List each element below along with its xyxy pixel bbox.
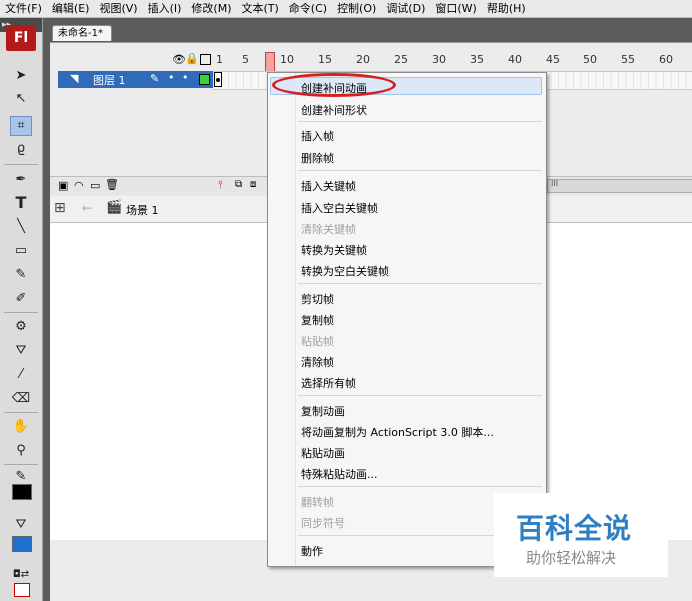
new-folder-icon[interactable]: ▭ [90,179,100,192]
menu-item-paste-frames: 粘贴帧 [301,335,334,348]
watermark: 百科全说 助你轻松解决 [494,493,668,577]
keyframe-dot-icon [216,78,220,82]
stroke-color-swatch[interactable] [12,484,32,500]
menu-item-select-all-frames[interactable]: 选择所有帧 [301,375,356,391]
menu-item-clear-keyframe: 清除关键帧 [301,223,356,236]
menu-item-reverse-frames: 翻转帧 [301,496,334,509]
free-transform-tool-icon[interactable]: ⌗ [10,116,32,136]
hand-tool-icon[interactable]: ✋ [11,418,31,436]
bone-tool-icon[interactable]: ⚙ [11,318,31,336]
menu-file[interactable]: 文件(F) [0,0,47,17]
zoom-tool-icon[interactable]: ⚲ [11,442,31,460]
ruler-tick: 60 [659,53,673,66]
delete-layer-icon[interactable]: 🗑 [105,178,119,191]
onion-outline-icon[interactable]: ⧈ [250,179,256,190]
center-frame-icon[interactable]: ⫯ [218,178,223,192]
menu-help[interactable]: 帮助(H) [482,0,531,17]
ruler-tick: 5 [242,53,249,66]
menu-modify[interactable]: 修改(M) [186,0,236,17]
paint-bucket-icon[interactable]: ⛛ [11,342,31,360]
menu-text[interactable]: 文本(T) [236,0,283,17]
menu-view[interactable]: 视图(V) [94,0,142,17]
scene-name[interactable]: 场景 1 [126,202,159,218]
layer-icon: ◥ [70,72,79,85]
menu-item-create-shape-tween[interactable]: 创建补间形状 [301,102,367,118]
menu-item-copy-frames[interactable]: 复制帧 [301,312,334,328]
lasso-tool-icon[interactable]: ϱ [11,140,31,158]
timeline-scrollbar[interactable]: III [547,179,692,193]
line-tool-icon[interactable]: ╲ [11,218,31,236]
new-layer-icon[interactable]: ▣ [58,179,68,192]
show-hide-icon[interactable]: 👁 [172,53,186,66]
menu-item-paste-motion-special[interactable]: 特殊粘贴动画... [301,466,378,482]
menu-window[interactable]: 窗口(W) [430,0,481,17]
scroll-thumb-grip: III [551,179,559,188]
timeline-header: 👁 🔒 1 5 10 15 20 25 30 35 40 45 50 55 60 [50,47,692,76]
ruler-tick: 15 [318,53,332,66]
menu-item-remove-frames[interactable]: 删除帧 [301,150,334,166]
menu-item-synchronize-symbols: 同步符号 [301,517,345,530]
layer-header[interactable]: ◥ 图层 1 ✎ • • [58,71,213,88]
no-color-icon[interactable] [14,583,30,597]
menu-item-copy-motion-as3[interactable]: 将动画复制为 ActionScript 3.0 脚本... [301,424,494,440]
menu-item-insert-frame[interactable]: 插入帧 [301,128,334,144]
menu-edit[interactable]: 编辑(E) [47,0,95,17]
outline-color-icon[interactable] [199,74,210,85]
onion-skin-icon[interactable]: ⧉ [235,179,242,190]
keyframe[interactable] [214,72,222,87]
menu-item-paste-motion[interactable]: 粘贴动画 [301,445,345,461]
pencil-icon: ✎ [150,72,160,85]
menu-bar: 文件(F) 编辑(E) 视图(V) 插入(I) 修改(M) 文本(T) 命令(C… [0,0,692,18]
menu-item-cut-frames[interactable]: 剪切帧 [301,291,334,307]
layer-name[interactable]: 图层 1 [93,72,126,88]
timeline-toggle-icon[interactable]: ⊞ [54,200,66,216]
outline-icon[interactable] [200,54,211,65]
lock-icon[interactable]: 🔒 [185,52,199,65]
rectangle-tool-icon[interactable]: ▭ [11,242,31,260]
ruler-tick: 45 [546,53,560,66]
flash-logo: Fl [6,25,36,51]
document-tab[interactable]: 未命名-1* [52,25,112,41]
ruler-tick: 10 [280,53,294,66]
brush-tool-icon[interactable]: ✐ [11,290,31,308]
ruler-tick: 35 [470,53,484,66]
menu-item-clear-frames[interactable]: 清除帧 [301,354,334,370]
subselection-tool-icon[interactable]: ↖ [11,90,31,108]
scene-icon: 🎬 [106,200,123,215]
menu-item-convert-to-blank-keyframe[interactable]: 转换为空白关键帧 [301,263,389,279]
watermark-subtitle: 助你轻松解决 [526,549,617,567]
pen-tool-icon[interactable]: ✒ [11,171,31,189]
menu-control[interactable]: 控制(O) [332,0,381,17]
menu-commands[interactable]: 命令(C) [284,0,332,17]
menu-debug[interactable]: 调试(D) [381,0,430,17]
ruler-tick: 1 [216,53,223,66]
menu-item-insert-keyframe[interactable]: 插入关键帧 [301,178,356,194]
menu-item-copy-motion[interactable]: 复制动画 [301,403,345,419]
ruler-tick: 40 [508,53,522,66]
pencil-tool-icon[interactable]: ✎ [11,266,31,284]
menu-item-convert-to-keyframe[interactable]: 转换为关键帧 [301,242,367,258]
menu-insert[interactable]: 插入(I) [143,0,187,17]
ruler-tick: 25 [394,53,408,66]
ruler-tick: 30 [432,53,446,66]
motion-guide-icon[interactable]: ◠ [74,179,84,192]
lock-dot-icon[interactable]: • [182,71,189,84]
ruler-tick: 50 [583,53,597,66]
text-tool-icon[interactable]: T [11,194,31,212]
selection-tool-icon[interactable]: ➤ [11,67,31,85]
eyedropper-tool-icon[interactable]: ⁄ [11,366,31,384]
back-arrow-icon[interactable]: ← [82,201,92,215]
visibility-dot-icon[interactable]: • [168,71,175,84]
ruler-tick: 20 [356,53,370,66]
swap-colors-icon[interactable]: ◘⇄ [11,566,31,584]
eraser-tool-icon[interactable]: ⌫ [11,390,31,408]
fill-color-icon[interactable]: ⛛ [11,516,31,534]
highlight-ellipse [272,73,396,97]
fill-color-swatch[interactable] [12,536,32,552]
watermark-title: 百科全说 [516,512,633,545]
menu-item-insert-blank-keyframe[interactable]: 插入空白关键帧 [301,200,378,216]
menu-item-actions[interactable]: 動作 [301,543,323,559]
ruler-tick: 55 [621,53,635,66]
